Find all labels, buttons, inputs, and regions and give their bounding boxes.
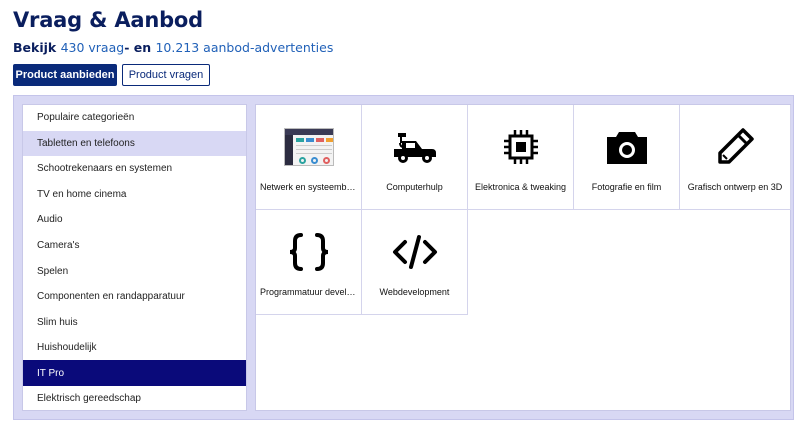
chip-icon xyxy=(503,130,538,164)
product-vragen-button[interactable]: Product vragen xyxy=(122,64,210,86)
code-tag-icon xyxy=(392,235,437,269)
pencil-icon xyxy=(718,128,754,164)
category-item-spelen[interactable]: Spelen xyxy=(23,258,246,284)
category-item-slim-huis[interactable]: Slim huis xyxy=(23,309,246,335)
subtitle-prefix: Bekijk xyxy=(13,40,61,55)
category-item-cameras[interactable]: Camera's xyxy=(23,233,246,259)
page-subtitle: Bekijk 430 vraag- en 10.213 aanbod-adver… xyxy=(13,40,333,55)
network-screenshot-icon xyxy=(283,128,334,166)
category-item-populaire[interactable]: Populaire categorieën xyxy=(23,105,246,131)
subtitle-mid: - en xyxy=(124,40,156,55)
subcategory-tile-netwerk[interactable]: Netwerk en systeembeheer xyxy=(256,105,362,210)
subcategory-tile-elektronica[interactable]: Elektronica & tweaking xyxy=(468,105,574,210)
camera-icon xyxy=(606,132,647,164)
page-title: Vraag & Aanbod xyxy=(13,8,203,32)
category-item-it-pro[interactable]: IT Pro xyxy=(23,360,246,387)
category-list: Populaire categorieën Tabletten en telef… xyxy=(22,104,247,411)
category-item-schootrekenaars[interactable]: Schootrekenaars en systemen xyxy=(23,156,246,182)
subcategory-tile-fotografie[interactable]: Fotografie en film xyxy=(574,105,680,210)
subcategory-label: Computerhulp xyxy=(386,182,443,192)
subcategory-grid: Netwerk en systeembeheer Computerhulp xyxy=(255,104,791,411)
product-aanbieden-button[interactable]: Product aanbieden xyxy=(13,64,117,86)
category-item-componenten[interactable]: Componenten en randapparatuur xyxy=(23,284,246,310)
subcategory-label: Fotografie en film xyxy=(591,182,662,192)
category-item-tv[interactable]: TV en home cinema xyxy=(23,182,246,208)
subcategory-label: Netwerk en systeembeheer xyxy=(260,182,357,192)
subcategory-tile-programmatuur[interactable]: Programmatuur development xyxy=(256,210,362,315)
category-item-tabletten[interactable]: Tabletten en telefoons xyxy=(23,130,246,157)
category-item-huishoudelijk[interactable]: Huishoudelijk xyxy=(23,335,246,361)
subcategory-label: Webdevelopment xyxy=(379,287,450,297)
vraag-link[interactable]: 430 vraag xyxy=(61,40,125,55)
category-item-elektrisch[interactable]: Elektrisch gereedschap xyxy=(23,386,246,412)
subcategory-tile-grafisch[interactable]: Grafisch ontwerp en 3D xyxy=(680,105,791,210)
subcategory-tile-webdevelopment[interactable]: Webdevelopment xyxy=(362,210,468,315)
aanbod-link[interactable]: 10.213 aanbod-advertenties xyxy=(155,40,333,55)
subcategory-tile-computerhulp[interactable]: Computerhulp xyxy=(362,105,468,210)
tow-truck-icon xyxy=(393,133,436,163)
subcategory-label: Programmatuur development xyxy=(260,287,357,297)
category-item-audio[interactable]: Audio xyxy=(23,207,246,233)
subcategory-label: Grafisch ontwerp en 3D xyxy=(687,182,783,192)
curly-braces-icon xyxy=(289,233,328,271)
subcategory-label: Elektronica & tweaking xyxy=(474,182,567,192)
